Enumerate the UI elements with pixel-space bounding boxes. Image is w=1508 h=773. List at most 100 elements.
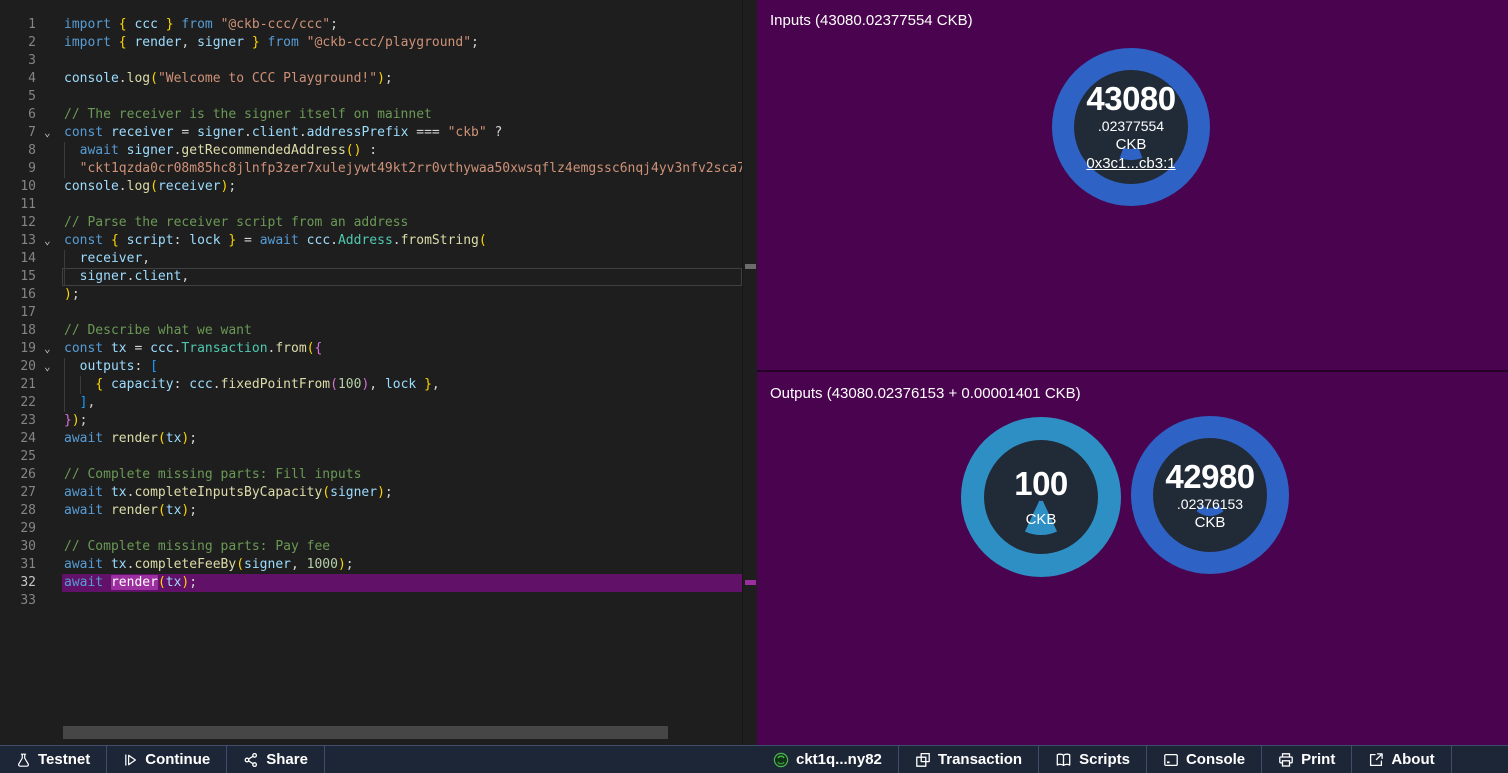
code-text: console.log(receiver); <box>64 178 236 196</box>
line-number[interactable]: 19 <box>0 340 36 358</box>
line-number[interactable]: 24 <box>0 430 36 448</box>
line-number[interactable]: 11 <box>0 196 36 214</box>
line-number[interactable]: 23 <box>0 412 36 430</box>
testnet-button[interactable]: Testnet <box>0 746 107 773</box>
fold-chevron-icon[interactable]: ⌄ <box>44 340 58 358</box>
cell-labels: 43080.02377554CKB0x3c1...cb3:1 <box>1052 48 1210 206</box>
code-line-31[interactable]: 31await tx.completeFeeBy(signer, 1000); <box>0 556 757 574</box>
ckt1q-ny82-button[interactable]: ckt1q...ny82 <box>757 746 899 773</box>
output-cell: 42980.02376153CKB <box>1131 416 1289 574</box>
code-line-7[interactable]: 7 ⌄ const receiver = signer.client.address… <box>0 124 757 142</box>
line-number[interactable]: 6 <box>0 106 36 124</box>
code-line-4[interactable]: 4console.log("Welcome to CCC Playground!… <box>0 70 757 88</box>
fold-chevron-icon[interactable]: ⌄ <box>44 124 58 142</box>
code-line-23[interactable]: 23}); <box>0 412 757 430</box>
line-number[interactable]: 21 <box>0 376 36 394</box>
code-line-10[interactable]: 10 console.log(receiver); <box>0 178 757 196</box>
code-text: signer.client, <box>64 268 189 286</box>
outpoint-link[interactable]: 0x3c1...cb3:1 <box>1086 154 1175 173</box>
print-button[interactable]: Print <box>1262 746 1352 773</box>
code-line-25[interactable]: 25 <box>0 448 757 466</box>
line-number[interactable]: 25 <box>0 448 36 466</box>
code-line-18[interactable]: 18// Describe what we want <box>0 322 757 340</box>
line-number[interactable]: 1 <box>0 16 36 34</box>
line-number[interactable]: 15 <box>0 268 36 286</box>
toolbar-right-group: ckt1q...ny82 Transaction ScriptsConsolePri… <box>757 746 1452 773</box>
code-line-16[interactable]: 16); <box>0 286 757 304</box>
code-line-9[interactable]: 9 "ckt1qzda0cr08m85hc8jlnfp3zer7xulejywt… <box>0 160 757 178</box>
line-number[interactable]: 12 <box>0 214 36 232</box>
code-line-20[interactable]: 20⌄ outputs: [ <box>0 358 757 376</box>
code-text: const receiver = signer.client.addressPr… <box>64 124 502 142</box>
code-line-24[interactable]: 24await render(tx); <box>0 430 757 448</box>
code-line-28[interactable]: 28await render(tx); <box>0 502 757 520</box>
code-line-27[interactable]: 27await tx.completeInputsByCapacity(sign… <box>0 484 757 502</box>
line-number[interactable]: 9 <box>0 160 36 178</box>
fold-chevron-icon[interactable]: ⌄ <box>44 358 58 376</box>
code-text: // Complete missing parts: Pay fee <box>64 538 330 556</box>
code-line-21[interactable]: 21 { capacity: ccc.fixedPointFrom(100), … <box>0 376 757 394</box>
code-text: ], <box>64 394 95 412</box>
code-line-14[interactable]: 14 receiver, <box>0 250 757 268</box>
code-line-22[interactable]: 22 ], <box>0 394 757 412</box>
line-number[interactable]: 30 <box>0 538 36 556</box>
code-line-12[interactable]: 12// Parse the receiver script from an a… <box>0 214 757 232</box>
code-line-17[interactable]: 17 <box>0 304 757 322</box>
cell-amount: 100 <box>1014 466 1068 502</box>
line-number[interactable]: 32 <box>0 574 36 592</box>
line-number[interactable]: 31 <box>0 556 36 574</box>
scripts-button[interactable]: Scripts <box>1039 746 1147 773</box>
code-line-15[interactable]: 15 signer.client, <box>0 268 757 286</box>
code-line-5[interactable]: 5 <box>0 88 757 106</box>
button-label: Transaction <box>938 751 1022 768</box>
line-number[interactable]: 33 <box>0 592 36 610</box>
code-line-13[interactable]: 13⌄const { script: lock } = await ccc.Ad… <box>0 232 757 250</box>
code-line-6[interactable]: 6// The receiver is the signer itself on… <box>0 106 757 124</box>
horizontal-scrollbar-thumb[interactable] <box>63 726 668 739</box>
code-line-11[interactable]: 11 <box>0 196 757 214</box>
line-number[interactable]: 8 <box>0 142 36 160</box>
line-number[interactable]: 3 <box>0 52 36 70</box>
line-number[interactable]: 20 <box>0 358 36 376</box>
ruler-cursor-mark <box>745 264 756 269</box>
overview-ruler[interactable] <box>742 0 757 745</box>
code-line-29[interactable]: 29 <box>0 520 757 538</box>
code-editor[interactable]: 1 import { ccc } from "@ckb-ccc/ccc";2imp… <box>0 0 757 745</box>
line-number[interactable]: 13 <box>0 232 36 250</box>
code-line-19[interactable]: 19⌄const tx = ccc.Transaction.from({ <box>0 340 757 358</box>
line-number[interactable]: 18 <box>0 322 36 340</box>
line-number[interactable]: 4 <box>0 70 36 88</box>
section-divider <box>757 370 1508 372</box>
line-number[interactable]: 5 <box>0 88 36 106</box>
printer-icon <box>1278 752 1294 768</box>
line-number[interactable]: 26 <box>0 466 36 484</box>
code-line-2[interactable]: 2import { render, signer } from "@ckb-cc… <box>0 34 757 52</box>
line-number[interactable]: 28 <box>0 502 36 520</box>
line-number[interactable]: 27 <box>0 484 36 502</box>
line-number[interactable]: 2 <box>0 34 36 52</box>
code-line-26[interactable]: 26// Complete missing parts: Fill inputs <box>0 466 757 484</box>
transaction-button[interactable]: Transaction <box>899 746 1039 773</box>
line-number[interactable]: 29 <box>0 520 36 538</box>
line-number[interactable]: 14 <box>0 250 36 268</box>
about-button[interactable]: About <box>1352 746 1451 773</box>
console-button[interactable]: Console <box>1147 746 1262 773</box>
line-number[interactable]: 22 <box>0 394 36 412</box>
code-line-8[interactable]: 8 await signer.getRecommendedAddress() : <box>0 142 757 160</box>
button-label: About <box>1391 751 1434 768</box>
share-button[interactable]: Share <box>227 746 325 773</box>
code-line-1[interactable]: 1 import { ccc } from "@ckb-ccc/ccc"; <box>0 16 757 34</box>
line-number[interactable]: 17 <box>0 304 36 322</box>
continue-button[interactable]: Continue <box>107 746 227 773</box>
code-line-30[interactable]: 30 // Complete missing parts: Pay fee <box>0 538 757 556</box>
code-line-33[interactable]: 33 <box>0 592 757 610</box>
cell-labels: 100CKB <box>961 417 1121 577</box>
code-text: import { ccc } from "@ckb-ccc/ccc"; <box>64 16 338 34</box>
code-line-3[interactable]: 3 <box>0 52 757 70</box>
line-number[interactable]: 7 <box>0 124 36 142</box>
fold-chevron-icon[interactable]: ⌄ <box>44 232 58 250</box>
line-number[interactable]: 10 <box>0 178 36 196</box>
share-icon <box>243 752 259 768</box>
code-line-32[interactable]: 32await render(tx); <box>0 574 757 592</box>
line-number[interactable]: 16 <box>0 286 36 304</box>
